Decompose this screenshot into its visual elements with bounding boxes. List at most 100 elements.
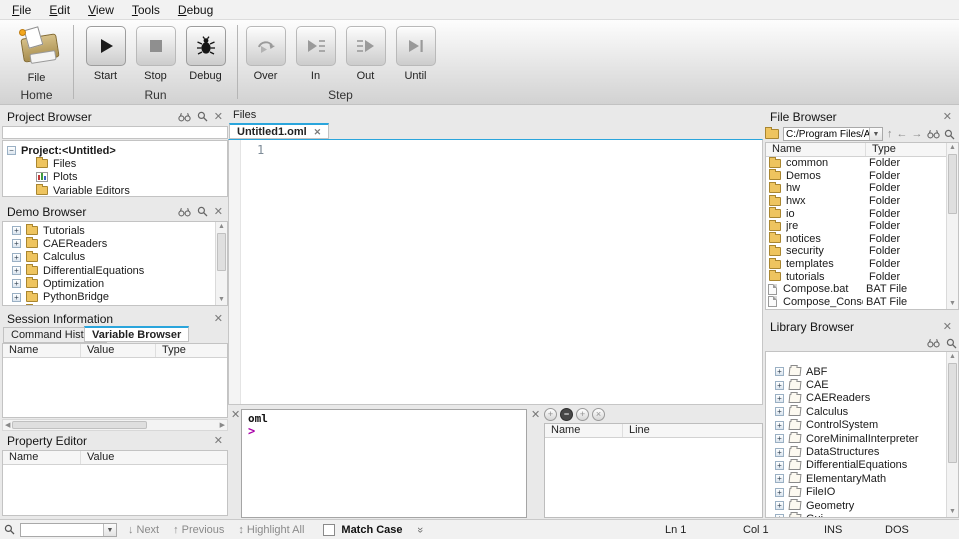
expand-icon[interactable]: + xyxy=(775,501,784,510)
demo-item-calculus[interactable]: +Calculus xyxy=(3,251,227,264)
tab-untitled1-oml[interactable]: Untitled1.oml ✕ xyxy=(229,123,329,139)
demo-item-pythonbridge[interactable]: +PythonBridge xyxy=(3,290,227,303)
column-header-value[interactable]: Value xyxy=(81,451,227,464)
expand-icon[interactable]: + xyxy=(775,461,784,470)
oml-command-window[interactable]: oml > xyxy=(241,409,527,518)
library-item-caereaders[interactable]: +CAEReaders xyxy=(766,392,958,405)
expand-icon[interactable]: + xyxy=(775,448,784,457)
column-header-type[interactable]: Type xyxy=(866,143,958,156)
column-header-name[interactable]: Name xyxy=(3,451,81,464)
editor-gutter[interactable] xyxy=(229,140,241,404)
column-header-name[interactable]: Name xyxy=(766,143,866,156)
scroll-up-icon[interactable]: ▲ xyxy=(947,143,958,153)
file-row-io[interactable]: ioFolder xyxy=(766,207,958,220)
library-scrollbar[interactable]: ▲ ▼ xyxy=(946,352,958,517)
project-root-item[interactable]: − Project:<Untitled> xyxy=(3,144,227,157)
demo-item-caereaders[interactable]: +CAEReaders xyxy=(3,237,227,250)
debug-button[interactable]: Debug xyxy=(185,26,226,82)
column-header-type[interactable]: Type xyxy=(156,344,227,357)
scroll-thumb[interactable] xyxy=(217,233,226,271)
expand-icon[interactable]: + xyxy=(12,226,21,235)
file-row-templates[interactable]: templatesFolder xyxy=(766,258,958,271)
up-arrow-icon[interactable]: ↑ xyxy=(887,128,893,140)
expand-icon[interactable]: + xyxy=(12,266,21,275)
forward-arrow-icon[interactable]: → xyxy=(912,128,923,140)
scroll-thumb[interactable] xyxy=(12,421,147,429)
menu-item-edit[interactable]: Edit xyxy=(40,1,79,19)
scroll-up-icon[interactable]: ▲ xyxy=(216,222,227,232)
demo-item-tutorials[interactable]: +Tutorials xyxy=(3,224,227,237)
scroll-left-icon[interactable]: ◀ xyxy=(3,421,12,429)
file-row-hw[interactable]: hwFolder xyxy=(766,182,958,195)
minus-icon[interactable]: − xyxy=(560,408,573,421)
library-item-abf[interactable]: +ABF xyxy=(766,365,958,378)
library-item-fileio[interactable]: +FileIO xyxy=(766,486,958,499)
demo-item-optimization[interactable]: +Optimization xyxy=(3,277,227,290)
project-filter-box[interactable] xyxy=(2,126,228,139)
scroll-down-icon[interactable]: ▼ xyxy=(216,295,227,305)
step-in-button[interactable]: In xyxy=(295,26,336,82)
project-item-variable-editors[interactable]: Variable Editors xyxy=(3,184,227,197)
column-header-name[interactable]: Name xyxy=(545,424,623,437)
scroll-up-icon[interactable]: ▲ xyxy=(947,352,958,362)
library-item-gui[interactable]: +Gui xyxy=(766,512,958,518)
close-icon[interactable]: ✕ xyxy=(214,436,223,446)
expand-icon[interactable]: + xyxy=(775,407,784,416)
collapse-expander-icon[interactable]: − xyxy=(7,146,16,155)
close-icon[interactable]: ✕ xyxy=(943,322,952,332)
close-icon[interactable]: ✕ xyxy=(214,314,223,324)
file-row-tutorials[interactable]: tutorialsFolder xyxy=(766,270,958,283)
file-row-compose_jupyter[interactable]: Compose_JupyterBAT File xyxy=(766,308,958,310)
close-icon[interactable]: ✕ xyxy=(214,207,223,217)
close-icon[interactable]: ✕ xyxy=(214,112,223,122)
find-previous-button[interactable]: Previous xyxy=(182,524,225,536)
step-until-button[interactable]: Until xyxy=(395,26,436,82)
library-item-cae[interactable]: +CAE xyxy=(766,378,958,391)
scroll-thumb[interactable] xyxy=(948,154,957,214)
scroll-down-icon[interactable]: ▼ xyxy=(947,507,958,517)
scroll-thumb[interactable] xyxy=(948,363,957,463)
expand-icon[interactable]: + xyxy=(12,253,21,262)
expand-icon[interactable]: + xyxy=(775,474,784,483)
path-combobox[interactable]: ▼ xyxy=(783,127,883,141)
step-out-button[interactable]: Out xyxy=(345,26,386,82)
expand-icon[interactable]: + xyxy=(775,434,784,443)
expand-icon[interactable]: + xyxy=(12,279,21,288)
library-item-elementarymath[interactable]: +ElementaryMath xyxy=(766,472,958,485)
close-icon[interactable]: ✕ xyxy=(943,112,952,122)
start-button[interactable]: Start xyxy=(85,26,126,82)
column-header-value[interactable]: Value xyxy=(81,344,156,357)
dropdown-icon[interactable]: ▼ xyxy=(103,524,116,536)
file-row-compose_console...[interactable]: Compose_Console...BAT File xyxy=(766,296,958,309)
binoculars-icon[interactable] xyxy=(178,112,191,122)
expand-icon[interactable]: + xyxy=(775,367,784,376)
scroll-down-icon[interactable]: ▼ xyxy=(947,299,958,309)
expand-icon[interactable]: + xyxy=(775,514,784,518)
demo-item-differentialequations[interactable]: +DifferentialEquations xyxy=(3,264,227,277)
find-combobox[interactable]: ▼ xyxy=(20,523,117,537)
close-icon[interactable]: ✕ xyxy=(531,408,540,421)
close-small-icon[interactable]: × xyxy=(592,408,605,421)
expand-icon[interactable]: + xyxy=(775,394,784,403)
file-row-notices[interactable]: noticesFolder xyxy=(766,233,958,246)
file-row-compose.bat[interactable]: Compose.batBAT File xyxy=(766,283,958,296)
expand-icon[interactable]: + xyxy=(775,421,784,430)
file-row-security[interactable]: securityFolder xyxy=(766,245,958,258)
binoculars-icon[interactable] xyxy=(927,129,940,139)
binoculars-icon[interactable] xyxy=(178,207,191,217)
file-row-hwx[interactable]: hwxFolder xyxy=(766,195,958,208)
scroll-right-icon[interactable]: ▶ xyxy=(218,421,227,429)
find-next-button[interactable]: Next xyxy=(137,524,160,536)
expand-icon[interactable]: + xyxy=(12,293,21,302)
close-icon[interactable]: ✕ xyxy=(231,408,240,421)
tab-variable-browser[interactable]: Variable Browser xyxy=(84,326,189,342)
library-item-calculus[interactable]: +Calculus xyxy=(766,405,958,418)
plus-small-icon[interactable]: + xyxy=(576,408,589,421)
library-item-differentialequations[interactable]: +DifferentialEquations xyxy=(766,459,958,472)
column-header-line[interactable]: Line xyxy=(623,424,762,437)
session-hscrollbar[interactable]: ◀ ▶ xyxy=(2,419,228,431)
menu-item-file[interactable]: File xyxy=(3,1,40,19)
step-over-button[interactable]: Over xyxy=(245,26,286,82)
tab-close-icon[interactable]: ✕ xyxy=(314,127,322,137)
library-item-controlsystem[interactable]: +ControlSystem xyxy=(766,419,958,432)
